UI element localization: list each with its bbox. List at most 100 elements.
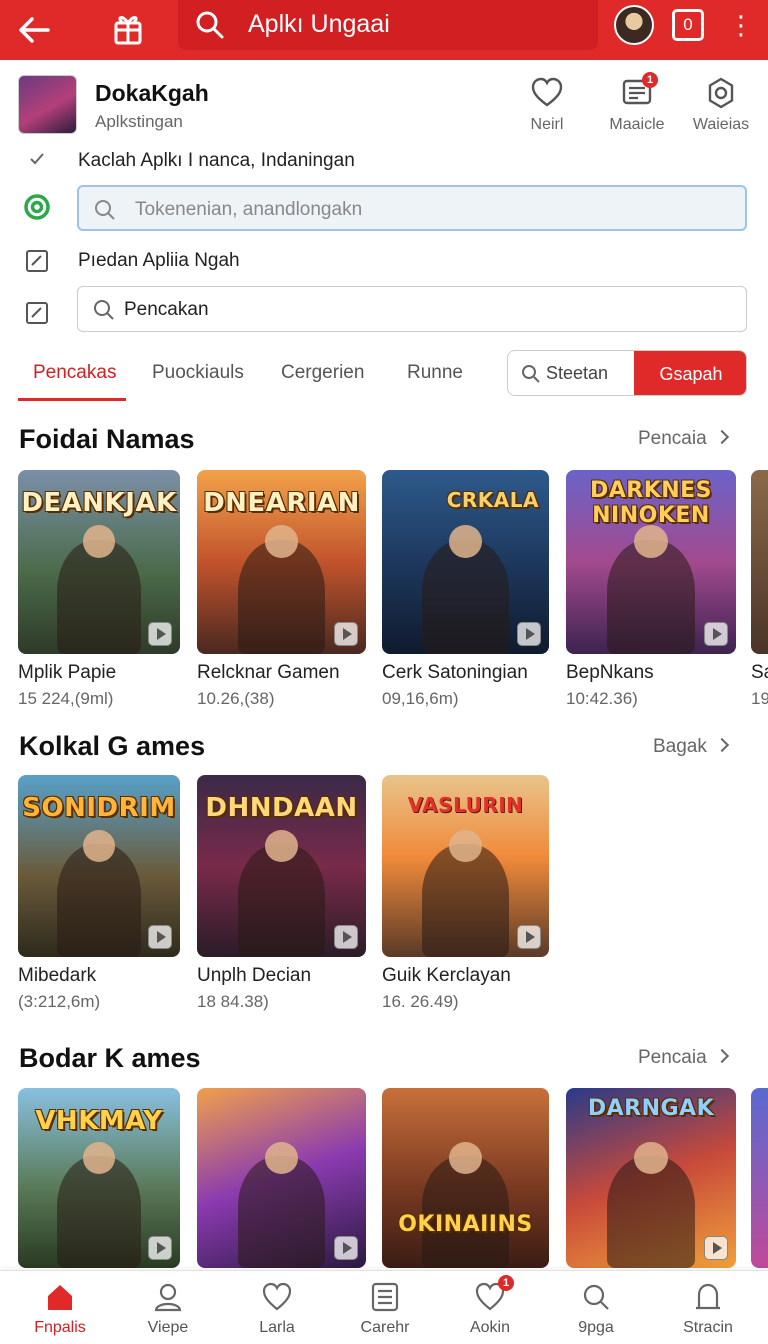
nav-label: Viepe — [147, 1319, 189, 1336]
game-art-title: DARNGAK — [587, 1096, 715, 1121]
game-name: Cerk Satoningian — [382, 662, 528, 683]
search-icon — [94, 300, 114, 320]
tab-pencakas[interactable]: Pencakas — [33, 362, 116, 384]
home-icon — [48, 1285, 72, 1310]
action-settings[interactable]: Waieias — [679, 76, 763, 134]
game-thumbnail[interactable]: DHNDAAN — [197, 775, 366, 957]
more-vertical-icon[interactable]: ⋮ — [728, 8, 754, 44]
gift-icon[interactable] — [108, 8, 148, 48]
game-meta: 10:42.36) — [566, 689, 638, 708]
tab-search-box: Steetan Gsapah — [507, 350, 747, 396]
token-search-field[interactable]: Tokenenian, anandlongakn — [77, 185, 747, 231]
nav-item-9pga[interactable]: 9pga — [546, 1281, 646, 1337]
game-thumbnail[interactable] — [751, 1088, 768, 1268]
avatar[interactable] — [614, 5, 654, 45]
game-thumbnail[interactable]: DEANKJAK — [18, 470, 180, 654]
game-thumbnail[interactable]: CRKALA — [382, 470, 549, 654]
play-icon[interactable] — [517, 925, 541, 949]
checkbox-icon[interactable] — [24, 248, 50, 274]
game-name: Sa — [751, 662, 768, 683]
section-title: Foidai Namas — [19, 424, 195, 454]
game-thumbnail[interactable]: OKINAIINS — [382, 1088, 549, 1268]
action-label: Waieias — [692, 116, 750, 133]
game-art-title: OKINAIINS — [398, 1212, 533, 1237]
tab-puockiauls[interactable]: Puockiauls — [152, 362, 244, 384]
section-more-link[interactable]: Pencaia — [638, 1047, 729, 1069]
search-text: Aplkı Ungaai — [248, 10, 390, 38]
search-icon — [583, 1284, 609, 1310]
play-icon[interactable] — [704, 622, 728, 646]
nav-label: Aokin — [469, 1319, 511, 1336]
game-name: Mibedark — [18, 965, 97, 986]
checkbox-row[interactable]: Pıedan Apliia Ngah — [0, 244, 768, 276]
action-label: Neirl — [530, 116, 564, 133]
top-app-bar: Aplkı Ungaai 0 ⋮ — [0, 0, 768, 60]
search-bar[interactable]: Aplkı Ungaai — [178, 0, 598, 50]
square-icon[interactable]: 0 — [672, 9, 704, 41]
nav-label: Larla — [259, 1319, 295, 1336]
chevron-right-icon — [714, 1048, 729, 1064]
game-thumbnail[interactable]: DNEARIAN — [197, 470, 366, 654]
play-icon[interactable] — [704, 1236, 728, 1260]
play-icon[interactable] — [517, 622, 541, 646]
tab-cergerien[interactable]: Cergerien — [281, 362, 364, 384]
settings-icon — [708, 77, 734, 109]
action-favorite[interactable]: Neirl — [505, 76, 589, 134]
tab-search-input[interactable]: Steetan — [546, 363, 608, 384]
section-more-link[interactable]: Pencaia — [638, 428, 729, 450]
action-messages[interactable]: 1 Maaicle — [595, 72, 679, 134]
play-icon[interactable] — [148, 1236, 172, 1260]
play-icon[interactable] — [334, 622, 358, 646]
play-icon[interactable] — [148, 622, 172, 646]
game-meta: 18 84.38) — [197, 992, 269, 1011]
target-icon — [24, 194, 50, 220]
game-name: Unplh Decian — [197, 965, 312, 986]
tab-runne[interactable]: Runne — [407, 362, 463, 384]
search-field-row: Tokenenian, anandlongakn — [0, 184, 768, 234]
app-name: DokaKgah — [95, 80, 209, 106]
section-more-link[interactable]: Bagak — [653, 736, 729, 758]
play-icon[interactable] — [148, 925, 172, 949]
game-thumbnail[interactable]: DARKNES NINOKEN — [566, 470, 736, 654]
game-art-title: VASLURIN — [407, 793, 524, 817]
game-thumbnail[interactable] — [751, 470, 768, 654]
game-meta: 15 224,(9ml) — [18, 689, 114, 708]
game-thumbnail[interactable] — [197, 1088, 366, 1268]
section-title: Kolkal G ames — [19, 731, 206, 761]
game-meta: 16. 26.49) — [382, 992, 459, 1011]
game-thumbnail[interactable]: VHKMAY — [18, 1088, 180, 1268]
list-icon — [371, 1282, 399, 1312]
second-field-row: Pencakan — [0, 286, 768, 336]
nav-item-aokin[interactable]: 1 Aokin — [440, 1275, 540, 1337]
profile-icon — [696, 1283, 720, 1310]
search-icon — [95, 200, 115, 220]
field-value: Pencakan — [124, 299, 209, 320]
game-card[interactable] — [751, 1088, 768, 1268]
tab-search-button[interactable]: Gsapah — [634, 351, 746, 395]
back-arrow-icon[interactable] — [14, 10, 54, 50]
game-thumbnail[interactable]: DARNGAK — [566, 1088, 736, 1268]
nav-label: 9pga — [578, 1319, 614, 1336]
play-icon[interactable] — [334, 1236, 358, 1260]
game-thumbnail[interactable]: VASLURIN — [382, 775, 549, 957]
pencakan-search-field[interactable]: Pencakan — [77, 286, 747, 332]
notification-badge: 1 — [498, 1275, 514, 1291]
nav-item-stracin[interactable]: Stracin — [658, 1281, 758, 1337]
play-icon[interactable] — [334, 925, 358, 949]
game-name: Mplik Papie — [18, 662, 117, 683]
nav-label: Carehr — [360, 1319, 410, 1336]
game-name: Relcknar Gamen — [197, 662, 340, 683]
notification-badge: 1 — [642, 72, 658, 88]
game-art-title: CRKALA — [446, 488, 539, 512]
nav-item-larla[interactable]: Larla — [227, 1281, 327, 1337]
nav-item-carehr[interactable]: Carehr — [335, 1281, 435, 1337]
game-meta: (3:212,6m) — [18, 992, 101, 1011]
search-icon — [196, 11, 224, 39]
nav-item-home[interactable]: Fnpalis — [10, 1281, 110, 1337]
nav-label: Stracin — [683, 1319, 733, 1336]
message-icon: 1 — [620, 72, 658, 110]
nav-item-viepe[interactable]: Viepe — [118, 1281, 218, 1337]
checkbox-icon[interactable] — [24, 300, 50, 326]
game-thumbnail[interactable]: SONIDRIM — [18, 775, 180, 957]
game-card[interactable]: Sa 19 — [751, 470, 768, 720]
